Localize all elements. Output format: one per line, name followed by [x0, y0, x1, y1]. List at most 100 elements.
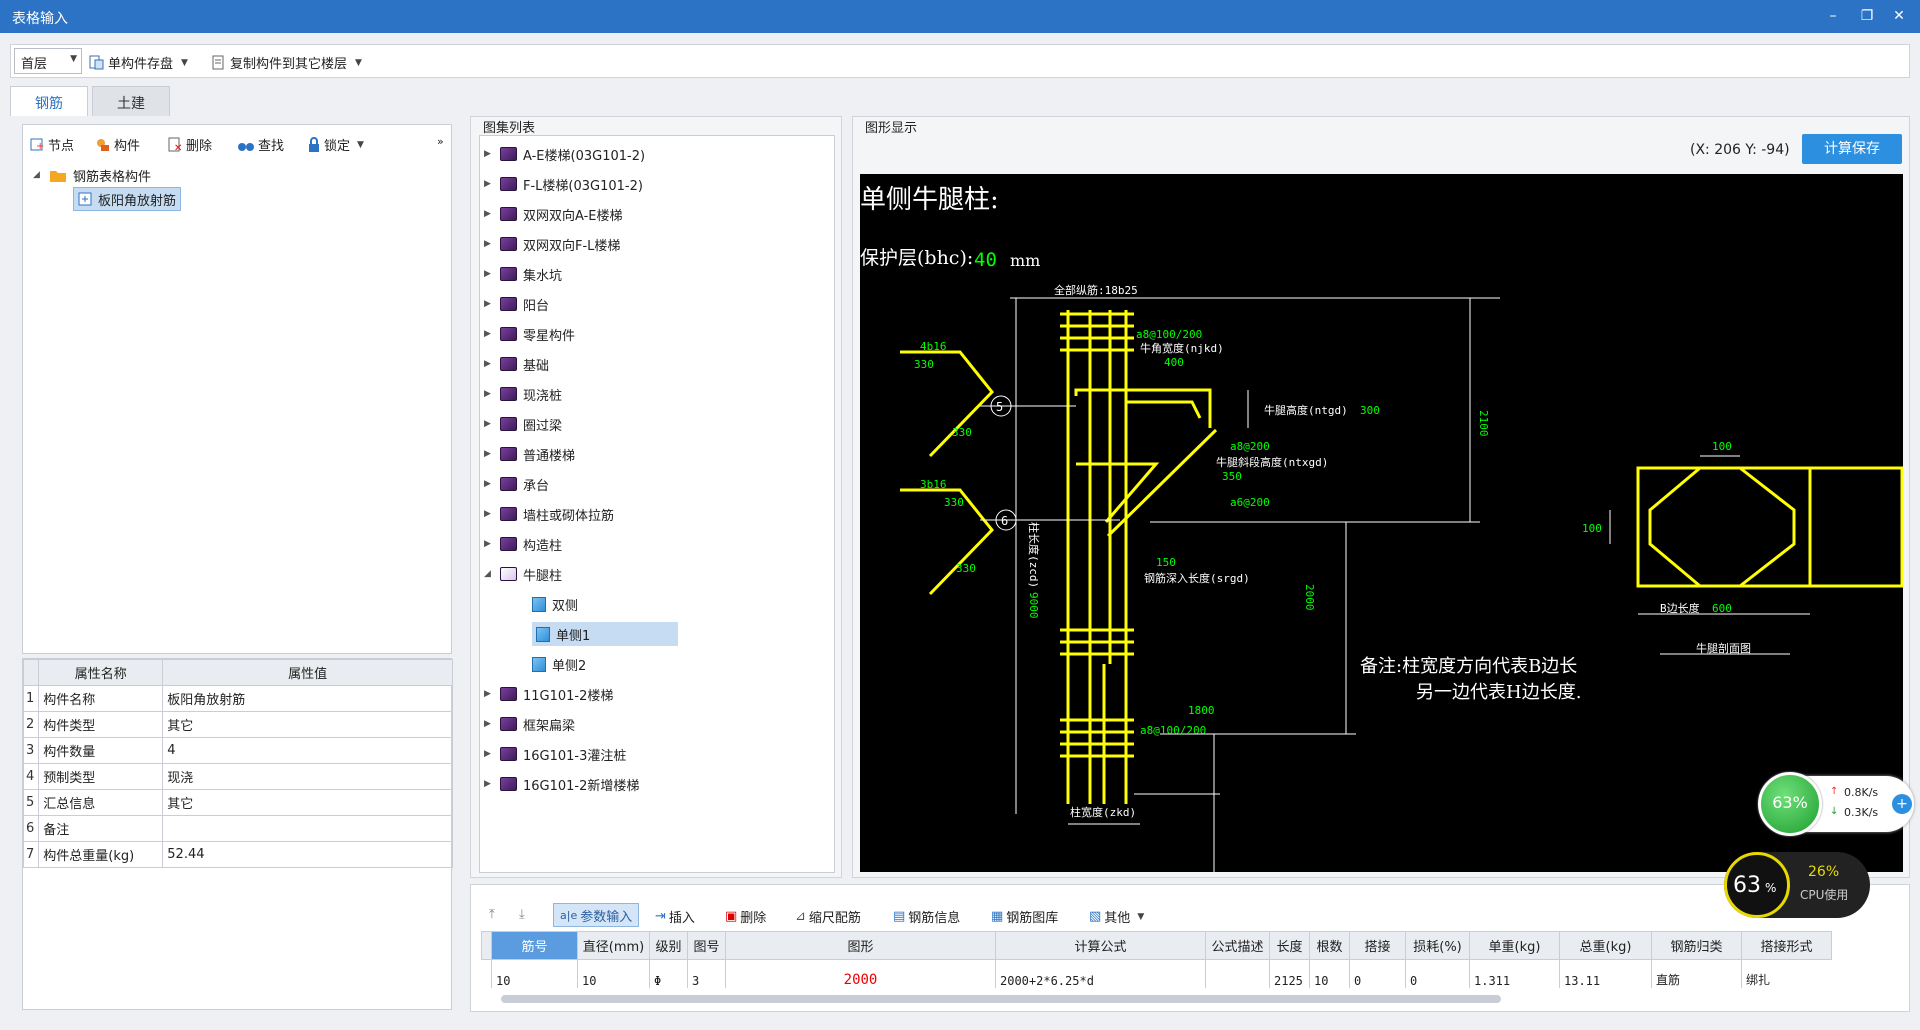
expand-triangle-icon[interactable]: ▶	[484, 719, 494, 729]
rebar-library-button[interactable]: ▦ 钢筋图库	[991, 907, 1058, 926]
minimize-icon[interactable]: –	[1820, 5, 1846, 27]
tree-child-selected[interactable]: 板阳角放射筋	[73, 187, 182, 211]
atlas-item[interactable]: ▶ 集水坑	[484, 262, 562, 286]
prop-value[interactable]: 其它	[162, 789, 453, 816]
rebar-col-header[interactable]: 总重(kg)	[1559, 931, 1652, 960]
atlas-item[interactable]: ▶ 普通楼梯	[484, 442, 575, 466]
atlas-item[interactable]: ▶ 墙柱或砌体拉筋	[484, 502, 614, 526]
save-single-button[interactable]: 单构件存盘 ▼	[89, 53, 188, 72]
atlas-item[interactable]: ▶ 圈过梁	[484, 412, 562, 436]
add-component-button[interactable]: 构件	[95, 135, 140, 154]
cell-length[interactable]: 2125	[1269, 959, 1310, 988]
cell-no[interactable]: 10	[491, 959, 578, 988]
lock-button[interactable]: 锁定 ▼	[307, 135, 364, 154]
cell-total-weight[interactable]: 13.11	[1559, 959, 1652, 988]
expand-triangle-icon[interactable]: ▶	[484, 269, 494, 279]
expand-triangle-icon[interactable]: ▶	[484, 329, 494, 339]
atlas-item[interactable]: ▶ 基础	[484, 352, 549, 376]
expand-toolbar-icon[interactable]: »	[437, 135, 444, 148]
expand-triangle-icon[interactable]: ▶	[484, 749, 494, 759]
rebar-info-button[interactable]: ▤ 钢筋信息	[893, 907, 960, 926]
cell-unit-weight[interactable]: 1.311	[1469, 959, 1560, 988]
atlas-sub-item[interactable]: 单侧1	[532, 622, 678, 646]
rebar-col-header[interactable]: 图形	[725, 931, 996, 960]
tree-root[interactable]: ◢ 钢筋表格构件	[33, 163, 151, 187]
cell-count[interactable]: 10	[1309, 959, 1350, 988]
add-node-button[interactable]: + 节点	[29, 135, 74, 154]
rebar-col-header[interactable]: 筋号	[491, 931, 578, 960]
prop-value[interactable]: 现浇	[162, 763, 453, 790]
cell-desc[interactable]	[1205, 959, 1270, 988]
table-row[interactable]: 4 预制类型 现浇	[22, 763, 453, 790]
atlas-item[interactable]: ▶ 框架扁梁	[484, 712, 575, 736]
horizontal-scrollbar[interactable]	[501, 995, 1501, 1003]
table-row[interactable]: 10 10 Φ 3 2000 2000+2*6.25*d 2125 10 0 0…	[482, 959, 1832, 988]
tab-civil[interactable]: 土建	[92, 86, 170, 116]
memory-ball[interactable]: 63%	[1758, 772, 1822, 836]
expand-triangle-icon[interactable]: ▶	[484, 149, 494, 159]
cell-shape[interactable]: 2000	[725, 959, 996, 988]
rebar-col-header[interactable]: 钢筋归类	[1651, 931, 1742, 960]
delete-row-button[interactable]: ▣ 删除	[725, 907, 766, 926]
tab-rebar[interactable]: 钢筋	[10, 86, 88, 116]
rebar-col-header[interactable]: 搭接形式	[1741, 931, 1832, 960]
other-button[interactable]: ▧ 其他 ▼	[1089, 907, 1144, 926]
rebar-col-header[interactable]: 图号	[687, 931, 726, 960]
expand-triangle-icon[interactable]: ▶	[484, 239, 494, 249]
atlas-item[interactable]: ▶ F-L楼梯(03G101-2)	[484, 172, 643, 196]
rebar-col-header[interactable]: 损耗(%)	[1405, 931, 1470, 960]
find-button[interactable]: 查找	[237, 135, 284, 154]
expand-triangle-icon[interactable]: ▶	[484, 389, 494, 399]
atlas-item[interactable]: ▶ 双网双向F-L楼梯	[484, 232, 620, 256]
cell-fig[interactable]: 3	[687, 959, 726, 988]
atlas-item[interactable]: ▶ 16G101-3灌注桩	[484, 742, 626, 766]
prop-value[interactable]	[162, 815, 453, 842]
rebar-col-header[interactable]: 级别	[649, 931, 688, 960]
table-row[interactable]: 3 构件数量 4	[22, 737, 453, 764]
expand-triangle-icon[interactable]: ▶	[484, 299, 494, 309]
expand-triangle-icon[interactable]: ▶	[484, 209, 494, 219]
atlas-sub-item[interactable]: 双侧	[532, 592, 578, 616]
insert-button[interactable]: ⇥ 插入	[655, 907, 695, 926]
prop-value[interactable]: 52.44	[162, 841, 453, 868]
expand-triangle-icon[interactable]: ▶	[484, 689, 494, 699]
rebar-col-header[interactable]: 根数	[1309, 931, 1350, 960]
collapse-triangle-icon[interactable]: ◢	[33, 170, 43, 180]
expand-triangle-icon[interactable]: ▶	[484, 449, 494, 459]
delete-button[interactable]: ✕ 删除	[167, 135, 212, 154]
expand-triangle-icon[interactable]: ▶	[484, 179, 494, 189]
table-row[interactable]: 2 构件类型 其它	[22, 711, 453, 738]
prop-value[interactable]: 板阳角放射筋	[162, 685, 453, 712]
atlas-item[interactable]: ▶ 现浇桩	[484, 382, 562, 406]
calc-save-button[interactable]: 计算保存	[1802, 134, 1902, 164]
collapse-triangle-icon[interactable]: ◢	[484, 569, 494, 579]
cell-category[interactable]: 直筋	[1651, 959, 1742, 988]
expand-triangle-icon[interactable]: ▶	[484, 509, 494, 519]
atlas-item[interactable]: ▶ 双网双向A-E楼梯	[484, 202, 623, 226]
rebar-col-header[interactable]: 计算公式	[995, 931, 1206, 960]
rebar-col-header[interactable]: 单重(kg)	[1469, 931, 1560, 960]
atlas-item[interactable]: ▶ 承台	[484, 472, 549, 496]
restore-icon[interactable]: ❐	[1854, 5, 1880, 27]
rebar-col-header[interactable]: 搭接	[1349, 931, 1406, 960]
move-down-button[interactable]: ⤓	[519, 907, 525, 922]
move-up-button[interactable]: ⤒	[489, 907, 495, 922]
network-widget[interactable]: 63% ↑ 0.8K/s ↓ 0.3K/s +	[1758, 772, 1914, 836]
atlas-item[interactable]: ▶ 16G101-2新增楼梯	[484, 772, 639, 796]
expand-triangle-icon[interactable]: ▶	[484, 779, 494, 789]
plus-icon[interactable]: +	[1892, 794, 1912, 814]
prop-value[interactable]: 其它	[162, 711, 453, 738]
table-row[interactable]: 5 汇总信息 其它	[22, 789, 453, 816]
cell-lap-type[interactable]: 绑扎	[1741, 959, 1832, 988]
param-input-button[interactable]: a|e 参数输入	[553, 903, 640, 927]
cell-diameter[interactable]: 10	[577, 959, 650, 988]
scale-rebar-button[interactable]: ⊿ 缩尺配筋	[795, 907, 861, 926]
rebar-col-header[interactable]: 长度	[1269, 931, 1310, 960]
cell-loss[interactable]: 0	[1405, 959, 1470, 988]
expand-triangle-icon[interactable]: ▶	[484, 359, 494, 369]
cell-lap[interactable]: 0	[1349, 959, 1406, 988]
cell-grade[interactable]: Φ	[649, 959, 688, 988]
atlas-sub-item[interactable]: 单侧2	[532, 652, 586, 676]
table-row[interactable]: 6 备注	[22, 815, 453, 842]
atlas-item[interactable]: ◢ 牛腿柱	[484, 562, 562, 586]
